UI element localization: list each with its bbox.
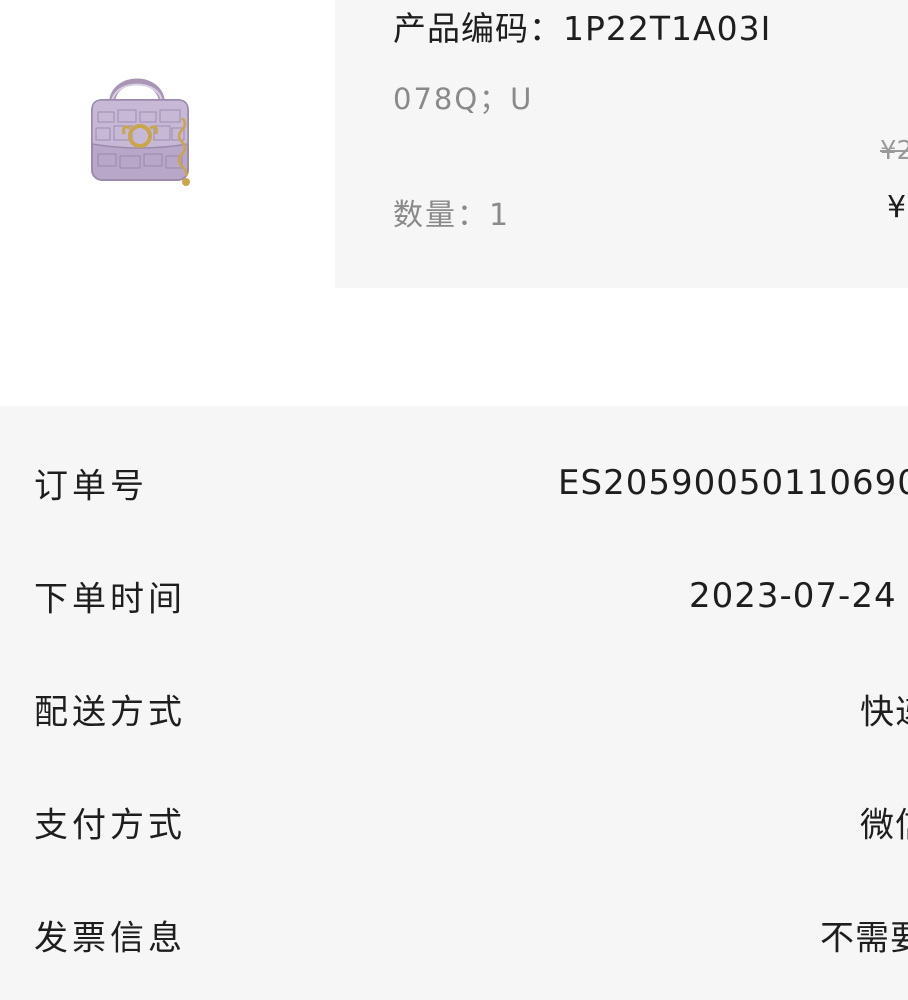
- sale-price: ¥: [887, 190, 907, 225]
- payment-method-value: 微信: [860, 805, 908, 845]
- delivery-method-label: 配送方式: [34, 692, 186, 732]
- delivery-method-row: 配送方式 快递: [0, 652, 908, 765]
- product-code: 产品编码：1P22T1A03I: [393, 9, 772, 48]
- product-thumbnail-container[interactable]: [0, 0, 335, 288]
- delivery-method-value: 快递: [860, 692, 908, 732]
- order-number-value[interactable]: ES2059005011069097: [558, 463, 908, 503]
- product-variant: 078Q；U: [393, 82, 534, 116]
- invoice-info-label: 发票信息: [34, 918, 186, 958]
- product-quantity: 数量：1: [393, 198, 511, 233]
- invoice-info-row[interactable]: 发票信息 不需要: [0, 878, 908, 991]
- order-time-row: 下单时间 2023-07-24 16: [0, 539, 908, 652]
- payment-method-label: 支付方式: [34, 805, 186, 845]
- invoice-info-value: 不需要: [820, 918, 908, 958]
- product-info-panel: 产品编码：1P22T1A03I 078Q；U 数量：1 ¥2 ¥: [335, 0, 908, 288]
- payment-method-row: 支付方式 微信: [0, 765, 908, 878]
- order-time-label: 下单时间: [34, 579, 186, 619]
- order-number-row[interactable]: 订单号 ES2059005011069097: [0, 426, 908, 539]
- order-number-label: 订单号: [34, 466, 148, 506]
- order-time-value: 2023-07-24 16: [689, 575, 908, 616]
- original-price: ¥2: [880, 136, 908, 166]
- order-product-card[interactable]: 产品编码：1P22T1A03I 078Q；U 数量：1 ¥2 ¥: [0, 0, 908, 288]
- order-details-section: 订单号 ES2059005011069097 下单时间 2023-07-24 1…: [0, 406, 908, 1000]
- product-image[interactable]: [78, 66, 196, 188]
